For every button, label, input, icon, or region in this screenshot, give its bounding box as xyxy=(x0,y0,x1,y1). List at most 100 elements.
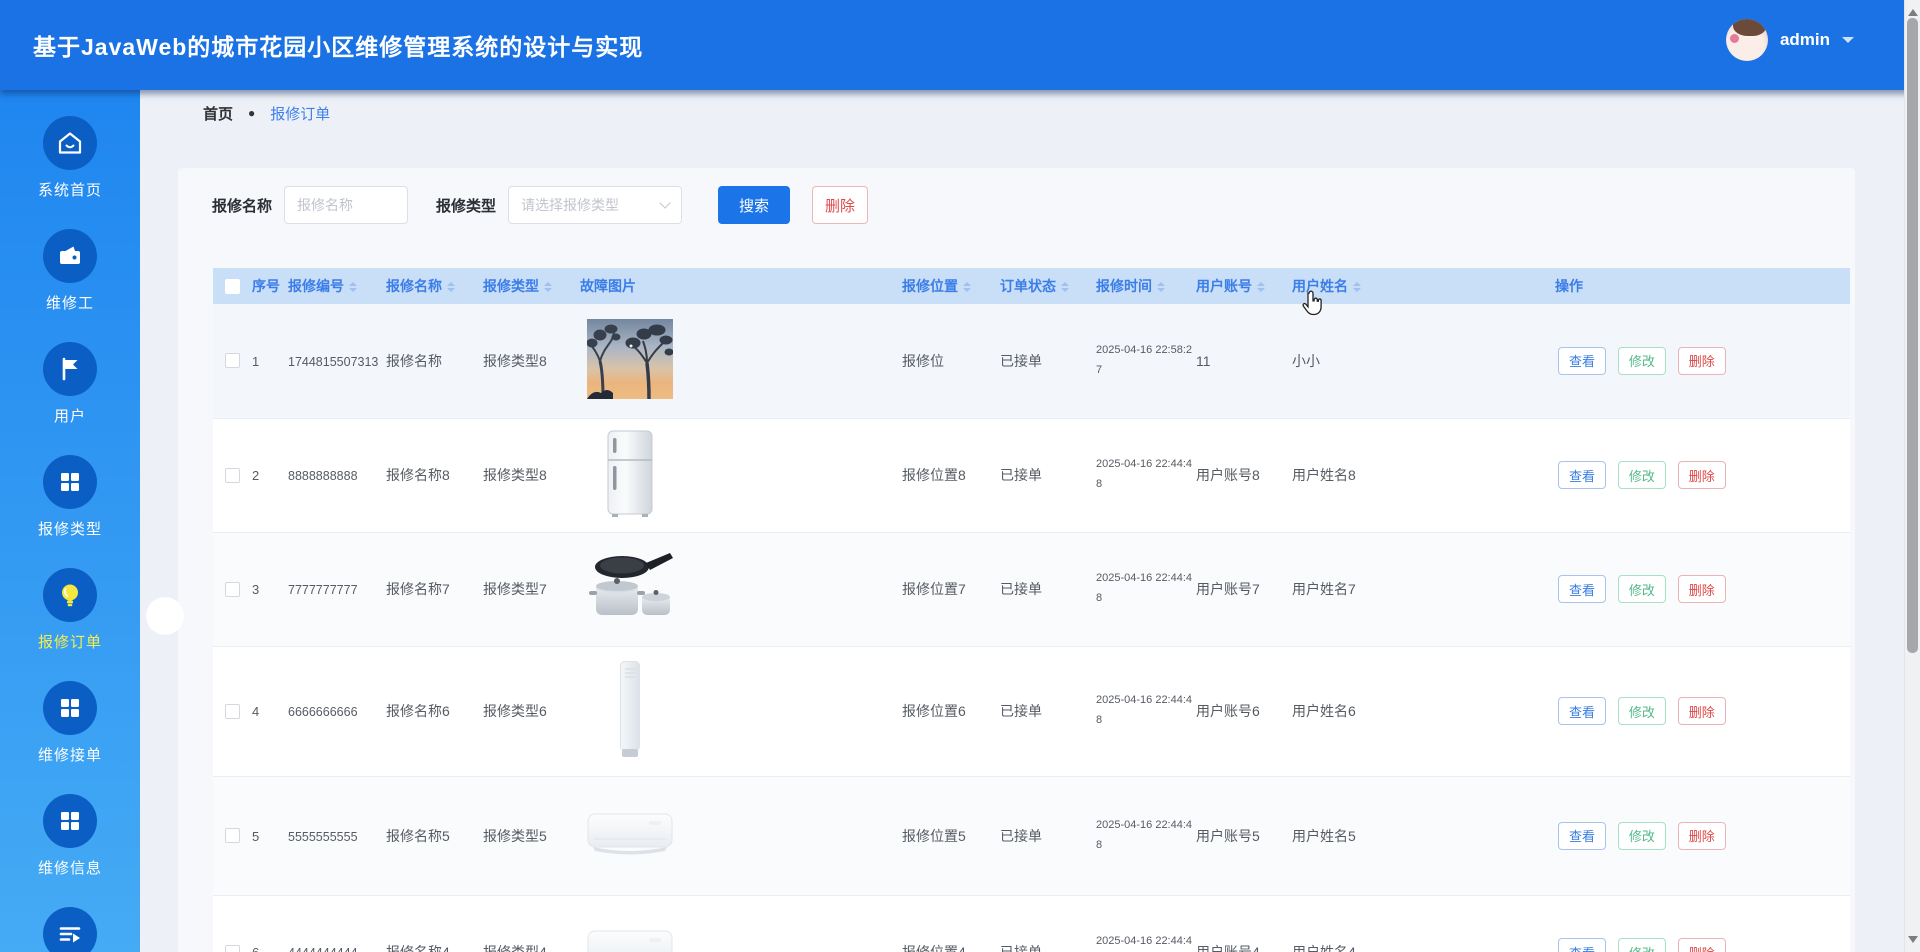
repair-name-input[interactable] xyxy=(284,186,409,224)
sort-carets-icon[interactable] xyxy=(447,278,455,296)
column-header-time[interactable]: 报修时间 xyxy=(1093,268,1193,304)
bulk-delete-button[interactable]: 删除 xyxy=(812,186,869,224)
sidebar-item-repair-worker[interactable]: 维修工 xyxy=(0,229,140,342)
fault-image-fridge[interactable] xyxy=(603,430,657,521)
cell-username: 用户姓名5 xyxy=(1289,776,1552,896)
sidebar-item-label: 系统首页 xyxy=(37,182,102,199)
sort-carets-icon[interactable] xyxy=(349,278,357,296)
column-header-image: 故障图片 xyxy=(577,268,899,304)
cell-account: 用户账号7 xyxy=(1193,532,1289,647)
breadcrumb-home[interactable]: 首页 xyxy=(203,103,233,124)
edit-button[interactable]: 修改 xyxy=(1617,938,1666,952)
sidebar-item-repair-accept[interactable]: 维修接单 xyxy=(0,681,140,794)
fault-image-wall-ac[interactable] xyxy=(587,928,673,952)
avatar[interactable] xyxy=(1725,19,1768,61)
cell-repair-code: 8888888888 xyxy=(285,418,383,533)
cell-username: 用户姓名8 xyxy=(1289,418,1552,533)
cell-index: 1 xyxy=(249,304,285,419)
column-header-name[interactable]: 报修名称 xyxy=(383,268,480,304)
breadcrumb: 首页 ● 报修订单 xyxy=(203,101,330,125)
cell-username: 用户姓名7 xyxy=(1289,532,1552,647)
cell-actions: 查看 修改 删除 xyxy=(1552,418,1850,533)
delete-button[interactable]: 删除 xyxy=(1677,938,1726,952)
delete-button[interactable]: 删除 xyxy=(1677,575,1726,603)
row-checkbox[interactable] xyxy=(225,581,240,597)
edit-button[interactable]: 修改 xyxy=(1617,821,1666,850)
delete-button[interactable]: 删除 xyxy=(1677,697,1726,725)
fault-image-wall-ac[interactable] xyxy=(587,811,673,860)
repair-type-select[interactable]: 请选择报修类型 xyxy=(508,186,683,224)
sidebar-item-repair-info[interactable]: 维修信息 xyxy=(0,794,140,907)
cell-account: 用户账号5 xyxy=(1193,776,1289,896)
fault-image-cookware[interactable] xyxy=(584,551,676,628)
sort-carets-icon[interactable] xyxy=(1157,278,1165,296)
breadcrumb-current: 报修订单 xyxy=(270,105,331,123)
sidebar-item-label: 报修订单 xyxy=(37,634,102,651)
sort-carets-icon[interactable] xyxy=(1353,278,1361,296)
sidebar: 系统首页 维修工 用户 报修类型 报修订单 维修接单 维修信息 xyxy=(0,90,184,952)
cell-status: 已接单 xyxy=(997,532,1093,647)
sidebar-item-system-home[interactable]: 系统首页 xyxy=(0,116,140,229)
select-placeholder: 请选择报修类型 xyxy=(521,197,620,213)
column-header-type[interactable]: 报修类型 xyxy=(480,268,577,304)
view-button[interactable]: 查看 xyxy=(1558,461,1606,489)
cell-actions: 查看 修改 删除 xyxy=(1552,304,1850,419)
edit-button[interactable]: 修改 xyxy=(1617,697,1666,725)
scrollbar-thumb[interactable] xyxy=(1907,18,1918,653)
column-header-username[interactable]: 用户姓名 xyxy=(1289,268,1552,304)
row-checkbox[interactable] xyxy=(225,353,240,369)
sidebar-item-repair-order[interactable]: 报修订单 xyxy=(0,568,184,681)
cell-actions: 查看 修改 删除 xyxy=(1552,776,1850,896)
column-header-location[interactable]: 报修位置 xyxy=(899,268,997,304)
cell-repair-name: 报修名称5 xyxy=(383,776,480,896)
view-button[interactable]: 查看 xyxy=(1558,821,1606,850)
select-all-checkbox[interactable] xyxy=(225,278,240,294)
sort-carets-icon[interactable] xyxy=(963,278,971,296)
cell-location: 报修位置8 xyxy=(899,418,997,533)
fault-image-trees[interactable] xyxy=(586,319,674,402)
cell-account: 用户账号8 xyxy=(1193,418,1289,533)
column-header-status[interactable]: 订单状态 xyxy=(997,268,1093,304)
row-checkbox[interactable] xyxy=(225,828,240,843)
scroll-up-arrow-icon[interactable] xyxy=(1908,4,1918,16)
edit-button[interactable]: 修改 xyxy=(1617,575,1666,603)
main-content: 首页 ● 报修订单 报修名称 报修类型 请选择报修类型 搜索 删除 xyxy=(140,90,1904,952)
view-button[interactable]: 查看 xyxy=(1558,346,1606,375)
view-button[interactable]: 查看 xyxy=(1558,575,1606,603)
sidebar-item-user[interactable]: 用户 xyxy=(0,342,140,455)
row-checkbox[interactable] xyxy=(225,703,240,719)
cell-status: 已接单 xyxy=(997,418,1093,533)
delete-button[interactable]: 删除 xyxy=(1677,821,1726,850)
fault-image-vertical-ac[interactable] xyxy=(618,661,642,761)
sidebar-item-repair-type[interactable]: 报修类型 xyxy=(0,455,140,568)
app-title: 基于JavaWeb的城市花园小区维修管理系统的设计与实现 xyxy=(33,34,644,60)
row-checkbox[interactable] xyxy=(225,467,240,483)
cell-index: 4 xyxy=(249,646,285,777)
user-dropdown[interactable]: admin xyxy=(1725,19,1854,61)
cell-status: 已接单 xyxy=(997,895,1093,952)
bulb-icon xyxy=(43,568,97,622)
scroll-down-arrow-icon[interactable] xyxy=(1908,936,1918,948)
row-checkbox[interactable] xyxy=(225,944,240,952)
page-scrollbar[interactable] xyxy=(1904,0,1920,952)
edit-button[interactable]: 修改 xyxy=(1617,346,1666,375)
delete-button[interactable]: 删除 xyxy=(1677,461,1726,489)
sort-carets-icon[interactable] xyxy=(1061,278,1069,296)
delete-button[interactable]: 删除 xyxy=(1677,346,1726,375)
view-button[interactable]: 查看 xyxy=(1558,697,1606,725)
column-header-account[interactable]: 用户账号 xyxy=(1193,268,1289,304)
cell-location: 报修位置5 xyxy=(899,776,997,896)
sort-carets-icon[interactable] xyxy=(544,278,552,296)
sidebar-item-label: 维修接单 xyxy=(37,747,102,764)
sort-carets-icon[interactable] xyxy=(1257,278,1265,296)
column-header-code[interactable]: 报修编号 xyxy=(285,268,383,304)
cell-time: 2025-04-16 22:44:48 xyxy=(1093,776,1193,896)
edit-button[interactable]: 修改 xyxy=(1617,461,1666,489)
cell-fault-image xyxy=(577,895,899,952)
home-icon xyxy=(43,116,97,170)
cell-repair-name: 报修名称6 xyxy=(383,646,480,777)
view-button[interactable]: 查看 xyxy=(1558,938,1606,952)
sidebar-item-more[interactable] xyxy=(0,907,140,952)
search-button[interactable]: 搜索 xyxy=(718,186,791,224)
cell-repair-type: 报修类型8 xyxy=(480,418,577,533)
